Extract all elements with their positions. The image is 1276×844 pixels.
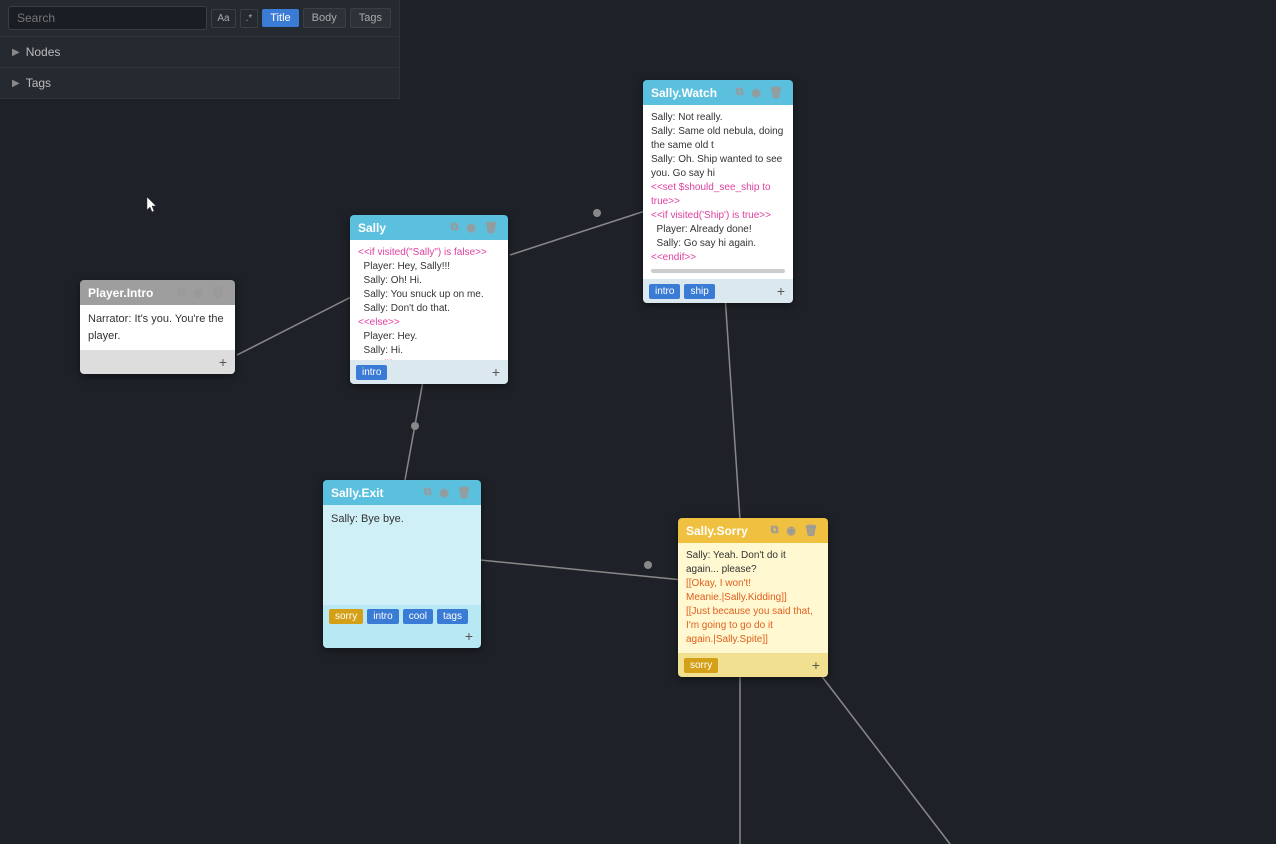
node-sally-watch: Sally.Watch ⧉ ◉ 🗑 Sally: Not really. Sal… [643, 80, 793, 303]
node-sally-sorry: Sally.Sorry ⧉ ◉ 🗑 Sally: Yeah. Don't do … [678, 518, 828, 677]
filter-title[interactable]: Title [262, 9, 298, 27]
filter-body[interactable]: Body [303, 8, 346, 28]
sally-watch-scrollbar[interactable] [651, 269, 785, 273]
sally-line6: <<else>> [358, 316, 500, 330]
sally-sorry-line2: [[Okay, I won't! Meanie.|Sally.Kidding]] [686, 577, 820, 605]
sidebar-section-tags[interactable]: ▶ Tags [0, 68, 399, 99]
node-sally-exit-title: Sally.Exit [331, 486, 383, 500]
chevron-nodes: ▶ [12, 47, 20, 58]
sally-line5: Sally: Don't do that. [358, 302, 500, 316]
node-player-intro: Player.Intro ⧉ ◉ 🗑 Narrator: It's you. Y… [80, 280, 235, 374]
sally-line1: <<if visited("Sally") is false>> [358, 246, 500, 260]
trash-icon[interactable]: 🗑 [209, 285, 227, 300]
sally-sorry-line3: [[Just because you said that, I'm going … [686, 605, 820, 647]
search-bar: Aa .* Title Body Tags [0, 0, 399, 37]
canvas: Player.Intro ⧉ ◉ 🗑 Narrator: It's you. Y… [0, 0, 1276, 844]
aa-button[interactable]: Aa [211, 9, 235, 28]
sally-line4: Sally: You snuck up on me. [358, 288, 500, 302]
sally-watch-line7: Sally: Go say hi again. [651, 237, 785, 251]
node-sally-exit-body: Sally: Bye bye. [323, 505, 481, 605]
node-sally-sorry-body: Sally: Yeah. Don't do it again... please… [678, 543, 828, 653]
node-sally-watch-title: Sally.Watch [651, 86, 717, 100]
tag-intro-sally[interactable]: intro [356, 365, 387, 380]
sally-line8: Sally: Hi. [358, 344, 500, 358]
node-sally-watch-header: Sally.Watch ⧉ ◉ 🗑 [643, 80, 793, 105]
eye-icon-sally-exit[interactable]: ◉ [437, 485, 451, 500]
node-sally-sorry-footer: sorry + [678, 653, 828, 677]
sally-line3: Sally: Oh! Hi. [358, 274, 500, 288]
sally-watch-line3: Sally: Oh. Ship wanted to see you. Go sa… [651, 153, 785, 181]
trash-icon-sally-watch[interactable]: 🗑 [767, 85, 785, 100]
connection-lines [0, 0, 1276, 844]
eye-icon-sally-sorry[interactable]: ◉ [784, 523, 798, 538]
sally-exit-line1: Sally: Bye bye. [331, 511, 473, 528]
regex-button[interactable]: .* [240, 9, 259, 28]
node-sally-exit-add[interactable]: + [463, 628, 475, 644]
sally-watch-line2: Sally: Same old nebula, doing the same o… [651, 125, 785, 153]
node-sally-watch-add[interactable]: + [775, 283, 787, 299]
node-sally-exit-header: Sally.Exit ⧉ ◉ 🗑 [323, 480, 481, 505]
sidebar: Aa .* Title Body Tags ▶ Nodes ▶ Tags [0, 0, 400, 99]
node-sally: Sally ⧉ ◉ 🗑 <<if visited("Sally") is fal… [350, 215, 508, 384]
tag-sorry-exit[interactable]: sorry [329, 609, 363, 624]
trash-icon-sally[interactable]: 🗑 [482, 220, 500, 235]
node-sally-add[interactable]: + [490, 364, 502, 380]
tag-sorry-sorry[interactable]: sorry [684, 658, 718, 673]
node-sally-header: Sally ⧉ ◉ 🗑 [350, 215, 508, 240]
sally-line7: Player: Hey. [358, 330, 500, 344]
node-player-intro-body: Narrator: It's you. You're the player. [80, 305, 235, 350]
node-player-intro-title: Player.Intro [88, 286, 153, 300]
sidebar-tags-label: Tags [26, 76, 51, 90]
chevron-tags: ▶ [12, 78, 20, 89]
trash-icon-sally-exit[interactable]: 🗑 [455, 485, 473, 500]
sally-watch-line6: Player: Already done! [651, 223, 785, 237]
tag-cool-exit[interactable]: cool [403, 609, 433, 624]
copy-icon-sally-watch[interactable]: ⧉ [734, 85, 746, 100]
search-input[interactable] [8, 6, 207, 30]
node-player-intro-line1: Narrator: It's you. You're the player. [88, 311, 227, 344]
node-player-intro-header: Player.Intro ⧉ ◉ 🗑 [80, 280, 235, 305]
tag-intro-watch[interactable]: intro [649, 284, 680, 299]
node-sally-sorry-title: Sally.Sorry [686, 524, 748, 538]
node-player-intro-add[interactable]: + [217, 354, 229, 370]
copy-icon-sally[interactable]: ⧉ [449, 220, 461, 235]
node-sally-sorry-add[interactable]: + [810, 657, 822, 673]
eye-icon-sally[interactable]: ◉ [464, 220, 478, 235]
node-sally-footer: intro + [350, 360, 508, 384]
sally-watch-line4: <<set $should_see_ship to true>> [651, 181, 785, 209]
sally-watch-line1: Sally: Not really. [651, 111, 785, 125]
node-sally-title: Sally [358, 221, 386, 235]
tag-intro-exit[interactable]: intro [367, 609, 398, 624]
filter-tags[interactable]: Tags [350, 8, 391, 28]
copy-icon[interactable]: ⧉ [176, 285, 188, 300]
node-sally-watch-body: Sally: Not really. Sally: Same old nebul… [643, 105, 793, 279]
sidebar-section-nodes[interactable]: ▶ Nodes [0, 37, 399, 68]
tag-ship-watch[interactable]: ship [684, 284, 714, 299]
trash-icon-sally-sorry[interactable]: 🗑 [802, 523, 820, 538]
sally-sorry-line1: Sally: Yeah. Don't do it again... please… [686, 549, 820, 577]
node-sally-watch-footer: intro ship + [643, 279, 793, 303]
node-sally-body: <<if visited("Sally") is false>> Player:… [350, 240, 508, 360]
tag-tags-exit[interactable]: tags [437, 609, 468, 624]
sally-watch-line5: <<if visited('Ship') is true>> [651, 209, 785, 223]
eye-icon[interactable]: ◉ [191, 285, 205, 300]
node-sally-exit: Sally.Exit ⧉ ◉ 🗑 Sally: Bye bye. sorry i… [323, 480, 481, 648]
copy-icon-sally-exit[interactable]: ⧉ [422, 485, 434, 500]
sally-watch-line8: <<endif>> [651, 251, 785, 265]
node-sally-exit-footer: sorry intro cool tags + [323, 605, 481, 648]
sidebar-nodes-label: Nodes [26, 45, 61, 59]
node-sally-sorry-header: Sally.Sorry ⧉ ◉ 🗑 [678, 518, 828, 543]
eye-icon-sally-watch[interactable]: ◉ [749, 85, 763, 100]
sally-line2: Player: Hey, Sally!!! [358, 260, 500, 274]
copy-icon-sally-sorry[interactable]: ⧉ [769, 523, 781, 538]
node-player-intro-footer: + [80, 350, 235, 374]
